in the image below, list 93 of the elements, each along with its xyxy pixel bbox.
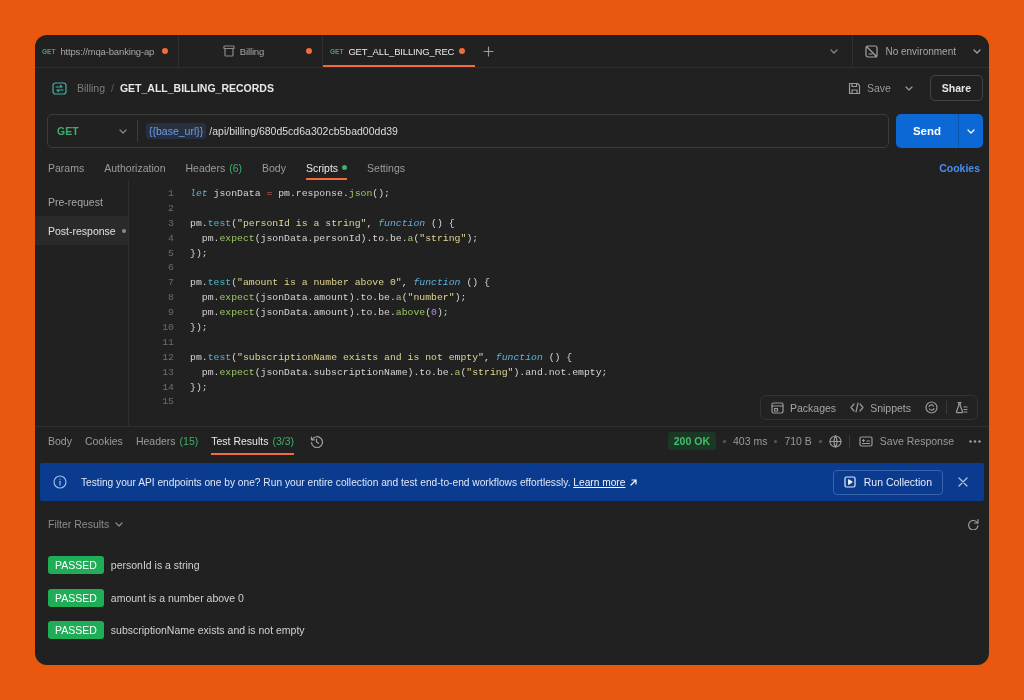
send-options-button[interactable] — [958, 114, 983, 148]
chevron-down-icon[interactable] — [830, 48, 839, 54]
code-line: pm.test("subscriptionName exists and is not empty", function () { — [190, 351, 573, 363]
chevron-down-icon — [115, 521, 124, 527]
external-link-icon — [630, 478, 638, 486]
box-icon — [222, 45, 235, 57]
code-line: pm.expect(jsonData.amount).to.be.a("number"); — [200, 292, 467, 304]
more-icon[interactable] — [969, 439, 981, 443]
crossed-box-icon — [865, 44, 879, 58]
save-response-button[interactable]: Save Response — [858, 435, 954, 447]
script-phase-item[interactable]: Pre-request — [35, 187, 128, 216]
response-tab[interactable]: Headers (15) — [135, 427, 199, 455]
flask-icon[interactable] — [955, 401, 968, 414]
script-phase-item[interactable]: Post-response — [35, 216, 128, 245]
chevron-down-icon — [967, 128, 975, 134]
globe-icon[interactable] — [828, 434, 842, 448]
chevron-down-icon[interactable] — [904, 85, 913, 91]
breadcrumb-separator: / — [111, 82, 114, 94]
chevron-down-icon — [973, 48, 981, 54]
line-number: 9 — [168, 307, 174, 319]
result-name: personId is a string — [110, 559, 200, 571]
result-status-badge: PASSED — [48, 588, 104, 607]
save-button[interactable]: Save — [847, 81, 891, 95]
line-number: 8 — [168, 292, 174, 304]
response-time: 403 ms — [732, 435, 768, 447]
url-field[interactable]: {{base_url}} /api/billing/680d5cd6a302cb5bad00dd39 — [146, 119, 882, 143]
code-line: pm.expect(jsonData.subscriptionName).to.be.a("string").and.not.empty; — [200, 366, 608, 378]
cookies-link[interactable]: Cookies — [939, 161, 980, 174]
info-icon — [53, 475, 67, 489]
learn-more-link[interactable]: Learn more — [573, 476, 638, 488]
close-icon[interactable] — [958, 477, 968, 487]
code-line: pm.expect(jsonData.personId).to.be.a("string"); — [200, 232, 479, 244]
separator-dot-icon — [774, 439, 778, 443]
response-tab[interactable]: Body — [48, 427, 72, 455]
code-line: }); — [190, 381, 208, 393]
response-size: 710 B — [784, 435, 812, 447]
breadcrumb-link[interactable]: Billing — [77, 82, 105, 94]
line-number: 4 — [168, 232, 174, 244]
line-number: 7 — [168, 277, 174, 289]
result-name: subscriptionName exists and is not empty — [110, 624, 305, 636]
request-option-tab[interactable]: Settings — [367, 155, 405, 180]
response-tab[interactable]: Test Results (3/3) — [211, 427, 295, 455]
request-title: GET_ALL_BILLING_RECORDS — [119, 82, 274, 94]
code-line: pm.test("personId is a string", function () { — [190, 217, 455, 229]
play-icon — [843, 476, 856, 488]
request-option-tab[interactable]: Params — [48, 155, 85, 180]
plus-icon[interactable] — [483, 45, 495, 57]
packages-button[interactable]: Packages — [771, 401, 837, 414]
method-dropdown[interactable]: GET — [48, 120, 138, 142]
code-line: pm.test("amount is a number above 0", function () { — [190, 277, 490, 289]
package-icon — [771, 401, 784, 414]
line-number: 2 — [168, 202, 174, 214]
line-number: 3 — [168, 217, 174, 229]
code-line: pm.expect(jsonData.amount).to.be.above(0); — [200, 307, 449, 319]
line-number: 5 — [168, 247, 174, 259]
share-button[interactable]: Share — [929, 75, 983, 101]
arrows-box-icon — [52, 81, 67, 95]
send-button[interactable]: Send — [895, 114, 958, 148]
result-name: amount is a number above 0 — [110, 591, 244, 604]
code-line: }); — [190, 247, 208, 259]
banner-message: Testing your API endpoints one by one? Run your entire collection and test end-to-end workflows effortlessly. Learn more — [81, 476, 638, 488]
collection-tab[interactable]: Billing — [179, 35, 323, 67]
result-status-badge: PASSED — [48, 556, 104, 574]
history-icon[interactable] — [310, 434, 324, 448]
line-number: 11 — [162, 336, 174, 348]
line-number: 12 — [162, 351, 174, 363]
snippets-button[interactable]: Snippets — [850, 401, 911, 414]
line-number: 10 — [162, 321, 174, 333]
code-line: let jsonData = pm.response.json(); — [190, 187, 390, 199]
refresh-icon[interactable] — [967, 518, 979, 530]
chevron-down-icon — [119, 128, 127, 134]
request-option-tab[interactable]: Authorization — [104, 155, 166, 180]
request-option-tab[interactable]: Headers (6) — [185, 155, 243, 180]
code-icon — [850, 402, 865, 413]
filter-dropdown[interactable]: Filter Results — [48, 518, 124, 530]
response-tab[interactable]: Cookies — [84, 427, 123, 455]
result-status-badge: PASSED — [48, 621, 104, 639]
run-collection-button[interactable]: Run Collection — [832, 469, 943, 495]
cycle-icon[interactable] — [925, 401, 938, 414]
line-number: 14 — [162, 381, 174, 393]
line-number: 6 — [168, 262, 174, 274]
save-icon — [847, 81, 861, 95]
separator-dot-icon — [722, 439, 726, 443]
request-option-tab[interactable]: Body — [262, 155, 286, 180]
separator-dot-icon — [818, 439, 822, 443]
environment-dropdown[interactable]: No environment — [852, 35, 981, 67]
line-number: 15 — [162, 396, 174, 408]
request-option-tab[interactable]: Scripts — [305, 155, 348, 180]
status-badge: 200 OK — [667, 432, 716, 450]
line-number: 1 — [168, 187, 174, 199]
line-number: 13 — [162, 366, 174, 378]
code-line: }); — [190, 321, 208, 333]
card-icon — [858, 435, 873, 447]
